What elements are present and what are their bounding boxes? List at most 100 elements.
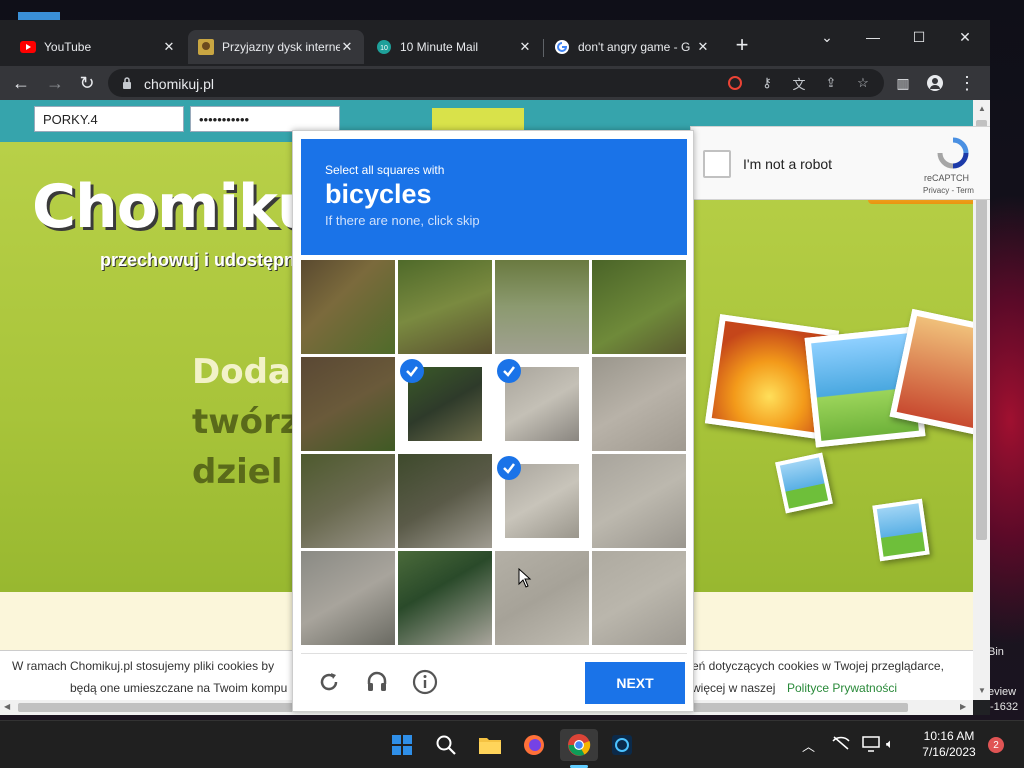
tile-image: [592, 551, 686, 645]
scroll-up-icon[interactable]: ▲: [978, 104, 986, 113]
tab-search-chevron-icon[interactable]: ⌄: [812, 26, 842, 48]
tab-title: YouTube: [44, 40, 92, 54]
hero-headline-2: twórz: [192, 402, 300, 442]
tile-selected-check-icon: [497, 359, 521, 383]
tab-title: Przyjazny dysk interne: [222, 40, 340, 54]
reload-challenge-icon[interactable]: [315, 668, 343, 696]
challenge-tile[interactable]: [592, 260, 686, 354]
side-panel-icon[interactable]: ▥: [890, 70, 916, 96]
challenge-tile[interactable]: [592, 551, 686, 645]
key-icon[interactable]: ⚷: [758, 74, 776, 92]
reload-button[interactable]: ↻: [74, 70, 100, 96]
clock-date: 7/16/2023: [922, 745, 976, 759]
challenge-image-grid: [301, 260, 687, 646]
challenge-tile[interactable]: [592, 357, 686, 451]
challenge-tile[interactable]: [398, 551, 492, 645]
new-tab-button[interactable]: +: [727, 32, 757, 57]
clock[interactable]: 10:16 AM 7/16/2023: [918, 729, 980, 759]
challenge-tile[interactable]: [495, 357, 589, 451]
network-off-icon[interactable]: [832, 736, 850, 753]
tab-chomikuj[interactable]: Przyjazny dysk interne ✕: [188, 30, 364, 64]
small-photo-decoration: [872, 498, 930, 562]
challenge-tile[interactable]: [398, 260, 492, 354]
desktop-watermark: eview: [988, 686, 1017, 698]
close-tab-icon[interactable]: ✕: [162, 39, 176, 55]
tab-google[interactable]: don't angry game - G ✕: [544, 30, 720, 64]
recaptcha-label: I'm not a robot: [743, 156, 833, 172]
tab-10minutemail[interactable]: 10 10 Minute Mail ✕: [366, 30, 542, 64]
cookie-text-1b: eń dotyczących cookies w Twojej przegląd…: [692, 659, 944, 673]
browser-window: YouTube ✕ Przyjazny dysk interne ✕ 10 10…: [0, 20, 990, 715]
scroll-right-icon[interactable]: ▶: [960, 702, 966, 711]
recaptcha-brand: reCAPTCH: [924, 173, 970, 183]
tab-youtube[interactable]: YouTube ✕: [10, 30, 186, 64]
browser-menu-icon[interactable]: ⋮: [954, 70, 980, 96]
challenge-tile[interactable]: [495, 551, 589, 645]
start-button-windows-icon[interactable]: [386, 729, 418, 761]
challenge-tile[interactable]: [301, 551, 395, 645]
challenge-tile[interactable]: [592, 454, 686, 548]
challenge-header: Select all squares with bicycles If ther…: [301, 139, 687, 255]
username-input[interactable]: PORKY.4: [34, 106, 184, 132]
address-bar[interactable]: chomikuj.pl ⚷ 文 ⇪ ☆: [108, 69, 884, 97]
file-explorer-icon[interactable]: [474, 729, 506, 761]
info-icon[interactable]: [411, 668, 439, 696]
desktop-watermark-build: -1632: [990, 701, 1019, 713]
tab-title: 10 Minute Mail: [400, 40, 479, 54]
bookmark-star-icon[interactable]: ☆: [854, 74, 872, 92]
challenge-tile[interactable]: [301, 357, 395, 451]
site-tagline: przechowuj i udostępni: [100, 250, 301, 270]
close-tab-icon[interactable]: ✕: [696, 39, 710, 55]
tile-image: [398, 551, 492, 645]
challenge-tile[interactable]: [495, 260, 589, 354]
youtube-icon: [20, 41, 36, 53]
chrome-icon[interactable]: [560, 729, 598, 761]
tile-image: [495, 551, 589, 645]
profile-avatar[interactable]: [922, 70, 948, 96]
close-tab-icon[interactable]: ✕: [518, 39, 532, 55]
firefox-icon[interactable]: [518, 729, 550, 761]
back-button[interactable]: ←: [8, 70, 34, 96]
app-icon-blue[interactable]: [606, 729, 638, 761]
next-button[interactable]: NEXT: [585, 662, 685, 704]
challenge-instruction: Select all squares with: [325, 163, 445, 177]
maximize-button[interactable]: ☐: [904, 26, 934, 48]
tile-image: [301, 357, 395, 451]
url-text: chomikuj.pl: [144, 76, 215, 92]
password-input[interactable]: •••••••••••: [190, 106, 340, 132]
tile-image: [592, 357, 686, 451]
challenge-tile[interactable]: [301, 260, 395, 354]
close-window-button[interactable]: ✕: [950, 26, 980, 48]
translate-icon[interactable]: 文: [790, 74, 808, 92]
challenge-tile[interactable]: [301, 454, 395, 548]
minimize-button[interactable]: —: [858, 26, 888, 48]
privacy-policy-link[interactable]: Polityce Prywatności: [787, 681, 897, 695]
small-photo-decoration: [775, 452, 833, 514]
volume-icon[interactable]: 🔈︎: [886, 736, 894, 752]
challenge-tile[interactable]: [495, 454, 589, 548]
network-icon[interactable]: [862, 736, 880, 755]
lock-icon: [123, 77, 131, 89]
tile-selected-check-icon: [497, 456, 521, 480]
browser-toolbar: ← → ↻ chomikuj.pl ⚷ 文 ⇪ ☆ ▥ ⋮: [0, 66, 990, 100]
recaptcha-privacy-links[interactable]: Privacy - Term: [923, 186, 974, 195]
notification-badge[interactable]: 2: [988, 737, 1004, 753]
recaptcha-checkbox[interactable]: [703, 150, 731, 178]
google-lens-icon[interactable]: [726, 74, 744, 92]
tile-image: [495, 260, 589, 354]
tab-title: don't angry game - G: [578, 40, 691, 54]
scroll-down-icon[interactable]: ▼: [978, 686, 986, 695]
scroll-left-icon[interactable]: ◀: [4, 702, 10, 711]
audio-challenge-icon[interactable]: [363, 668, 391, 696]
tray-chevron-up-icon[interactable]: ︿: [802, 736, 815, 755]
challenge-tile[interactable]: [398, 454, 492, 548]
forward-button[interactable]: →: [42, 70, 68, 96]
search-icon[interactable]: [430, 729, 462, 761]
close-tab-icon[interactable]: ✕: [340, 39, 354, 55]
tile-image: [301, 454, 395, 548]
tile-image: [592, 454, 686, 548]
tab-strip: YouTube ✕ Przyjazny dysk interne ✕ 10 10…: [0, 20, 990, 66]
login-button[interactable]: [432, 108, 524, 132]
challenge-tile[interactable]: [398, 357, 492, 451]
share-icon[interactable]: ⇪: [822, 74, 840, 92]
